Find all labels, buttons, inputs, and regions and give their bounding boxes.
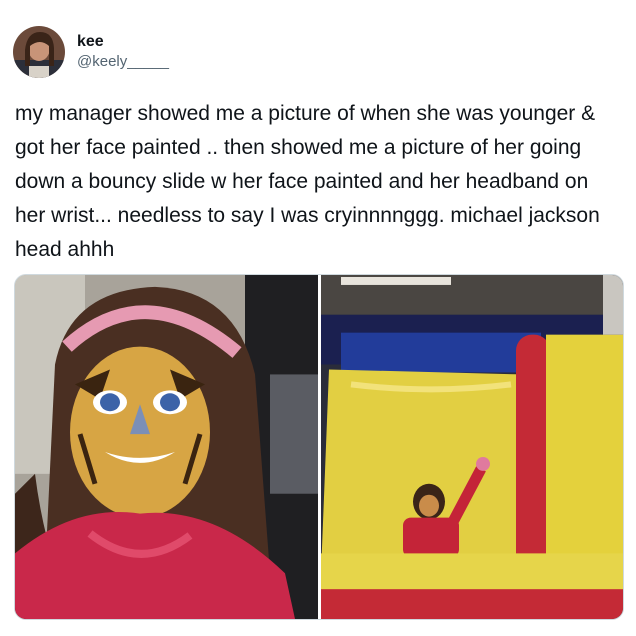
face-painted-girl-photo[interactable] <box>15 275 318 619</box>
media-grid <box>14 274 624 620</box>
tweet-header: kee @keely_____ <box>13 24 169 80</box>
user-handle[interactable]: @keely_____ <box>77 52 169 72</box>
bouncy-slide-photo[interactable] <box>321 275 623 619</box>
display-name[interactable]: kee <box>77 32 169 52</box>
tweet-text: my manager showed me a picture of when s… <box>15 102 600 261</box>
user-block: kee @keely_____ <box>77 32 169 72</box>
avatar[interactable] <box>13 26 65 78</box>
